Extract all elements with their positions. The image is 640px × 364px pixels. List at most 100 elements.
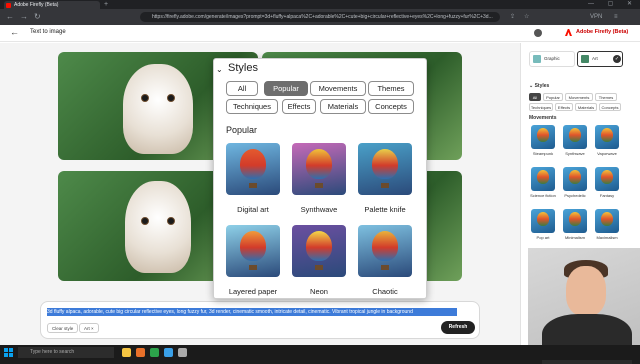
style-thumb-fantasy[interactable] [595, 167, 619, 191]
back-arrow-icon[interactable]: ← [6, 12, 14, 22]
new-tab-button[interactable]: + [104, 0, 108, 9]
styles-heading-text: Styles [534, 83, 550, 89]
reload-icon[interactable]: ↻ [34, 12, 41, 22]
thumb-label: Maximalism [596, 235, 618, 240]
windows-start-icon[interactable] [4, 348, 13, 357]
browser-tab-bar: Adobe Firefly (Beta) + — ▢ ✕ [0, 0, 640, 9]
browser-tab[interactable]: Adobe Firefly (Beta) [4, 1, 100, 9]
url-text: https://firefly.adobe.com/generate/image… [152, 14, 493, 20]
taskbar-search-placeholder: Type here to search [30, 349, 75, 355]
page-title: Text to image [30, 29, 66, 35]
sidebar-style-tab[interactable]: Techniques [529, 103, 553, 111]
popup-tab-all[interactable]: All [226, 81, 258, 96]
sidebar-style-tab[interactable]: Popular [543, 93, 563, 101]
app-icon[interactable] [150, 348, 159, 357]
thumb-label: Steampunk [532, 151, 554, 156]
style-thumb-steampunk[interactable] [531, 125, 555, 149]
balloon-icon [569, 128, 581, 142]
style-chip-art[interactable]: Art × [79, 323, 99, 333]
sidebar-style-tab[interactable]: Themes [595, 93, 617, 101]
art-thumb-icon [581, 55, 589, 63]
close-icon[interactable]: × [91, 326, 94, 331]
style-digital-art[interactable] [226, 143, 280, 195]
forward-arrow-icon[interactable]: → [20, 12, 28, 22]
prompt-input[interactable]: 3d fluffy alpaca, adorable, cute big cir… [47, 308, 457, 316]
basket-icon [249, 265, 257, 270]
style-neon[interactable] [292, 225, 346, 277]
balloon-icon [601, 170, 613, 184]
clear-style-button[interactable]: Clear style [47, 323, 79, 333]
thumb-label: Psychedelic [564, 193, 586, 198]
balloon-icon [306, 149, 332, 179]
balloon-icon [537, 170, 549, 184]
content-type-graphic[interactable]: Graphic [529, 51, 575, 67]
style-label: Chaotic [372, 287, 398, 296]
balloon-icon [569, 170, 581, 184]
thumb-label: Synthwave [565, 151, 585, 156]
url-field[interactable]: https://firefly.adobe.com/generate/image… [140, 12, 500, 22]
style-chaotic[interactable] [358, 225, 412, 277]
popup-tab-concepts[interactable]: Concepts [368, 99, 414, 114]
alpaca-eye [167, 217, 175, 225]
sidebar-style-tab[interactable]: Concepts [599, 103, 621, 111]
adobe-logo-icon [565, 29, 572, 36]
browser-address-bar: ← → ↻ https://firefly.adobe.com/generate… [0, 9, 640, 25]
basket-icon [381, 265, 389, 270]
style-palette-knife[interactable] [358, 143, 412, 195]
basket-icon [315, 265, 323, 270]
menu-icon[interactable]: ≡ [614, 12, 618, 22]
balloon-icon [537, 212, 549, 226]
check-icon: ✓ [613, 55, 621, 63]
sidebar-style-tab[interactable]: Materials [575, 103, 597, 111]
file-explorer-icon[interactable] [122, 348, 131, 357]
content-type-label: Graphic [544, 56, 560, 61]
style-thumb-psychedelic[interactable] [563, 167, 587, 191]
vpn-badge[interactable]: VPN [590, 12, 602, 22]
style-thumb-science-fiction[interactable] [531, 167, 555, 191]
browser-icon[interactable] [136, 348, 145, 357]
popup-tab-effects[interactable]: Effects [282, 99, 316, 114]
app-icon[interactable] [164, 348, 173, 357]
popup-tab-popular[interactable]: Popular [264, 81, 308, 96]
popup-tab-materials[interactable]: Materials [320, 99, 366, 114]
style-thumb-minimalism[interactable] [563, 209, 587, 233]
style-synthwave[interactable] [292, 143, 346, 195]
style-thumb-pop-art[interactable] [531, 209, 555, 233]
styles-popup: ⌄ Styles All Popular Movements Themes Te… [213, 58, 427, 299]
balloon-icon [537, 128, 549, 142]
style-thumb-vaporwave[interactable] [595, 125, 619, 149]
share-icon[interactable]: ⇪ [510, 12, 515, 22]
back-button[interactable]: ← [10, 27, 19, 37]
window-controls[interactable]: — ▢ ✕ [588, 0, 638, 9]
taskbar-search-input[interactable]: Type here to search [18, 347, 114, 358]
brand-name: Adobe Firefly (Beta) [576, 29, 629, 35]
chevron-down-icon[interactable]: ⌄ [216, 65, 223, 74]
style-label: Palette knife [364, 205, 406, 214]
content-type-art[interactable]: Art ✓ [577, 51, 623, 67]
popup-tab-movements[interactable]: Movements [310, 81, 366, 96]
movements-heading: Movements [529, 115, 557, 121]
basket-icon [249, 183, 257, 188]
alpaca-eye [167, 94, 175, 102]
style-thumb-maximalism[interactable] [595, 209, 619, 233]
alpaca-eye [141, 217, 149, 225]
sidebar-style-tab[interactable]: All [529, 93, 541, 101]
popup-title: Styles [228, 62, 258, 74]
windows-taskbar: Type here to search [0, 345, 640, 360]
popup-tab-themes[interactable]: Themes [368, 81, 414, 96]
bookmark-star-icon[interactable]: ☆ [524, 12, 529, 22]
alpaca-figure [125, 181, 191, 273]
refresh-button[interactable]: Refresh [441, 321, 475, 334]
popup-tab-techniques[interactable]: Techniques [226, 99, 278, 114]
app-icon[interactable] [178, 348, 187, 357]
person-head [566, 266, 606, 316]
style-layered-paper[interactable] [226, 225, 280, 277]
style-chip-label: Art [84, 326, 90, 331]
sidebar-style-tab[interactable]: Movements [565, 93, 593, 101]
balloon-icon [569, 212, 581, 226]
avatar[interactable] [534, 29, 542, 37]
style-thumb-synthwave[interactable] [563, 125, 587, 149]
sidebar-style-tab[interactable]: Effects [555, 103, 573, 111]
app-header: ← Text to image Adobe Firefly (Beta) [0, 25, 640, 42]
alpaca-eye [141, 94, 149, 102]
